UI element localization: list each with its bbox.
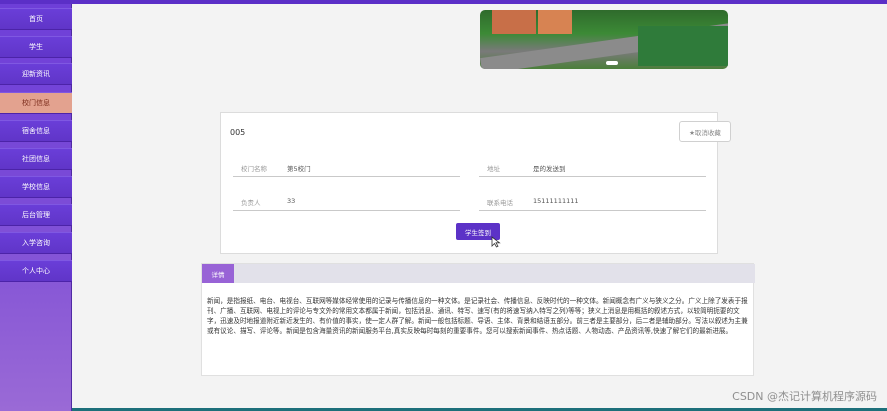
gate-code: 005 [230, 128, 246, 137]
sidebar-item-label: 入学咨询 [22, 239, 50, 247]
person-in-charge-value: 33 [287, 197, 296, 205]
address-field: 地址 是的发送到 [479, 155, 706, 177]
mouse-cursor-icon [491, 236, 501, 248]
carousel-field [638, 26, 728, 66]
sidebar-item-label: 首页 [29, 15, 43, 23]
address-value: 是的发送到 [533, 165, 566, 173]
sidebar-item-enroll-consult[interactable]: 入学咨询 [0, 232, 72, 254]
phone-field: 联系电话 15111111111 [479, 189, 706, 211]
watermark: CSDN @杰记计算机程序源码 [732, 390, 877, 403]
person-in-charge-label: 负责人 [241, 199, 261, 207]
details-text: 新闻，是指报纸、电台、电视台、互联网等媒体经常使用的记录与传播信息的一种文体。是… [207, 297, 748, 335]
sidebar-item-dorm-info[interactable]: 宿舍信息 [0, 120, 72, 142]
gate-name-value: 第5校门 [287, 165, 311, 173]
sidebar-item-label: 学校信息 [22, 183, 50, 191]
gate-name-label: 校门名称 [241, 165, 267, 173]
sidebar-item-club-info[interactable]: 社团信息 [0, 148, 72, 170]
phone-label: 联系电话 [487, 199, 513, 207]
sidebar-item-home[interactable]: 首页 [0, 8, 72, 30]
sidebar-item-label: 个人中心 [22, 267, 50, 275]
details-tab-bar: 详情 [202, 264, 755, 283]
sidebar-item-gate-info[interactable]: 校门信息 [0, 92, 72, 114]
sidebar: 首页 学生 迎新资讯 校门信息 宿舍信息 社团信息 学校信息 后台管理 入学咨询… [0, 4, 72, 411]
address-label: 地址 [487, 165, 500, 173]
sidebar-item-school-info[interactable]: 学校信息 [0, 176, 72, 198]
sidebar-item-welcome-news[interactable]: 迎新资讯 [0, 63, 72, 85]
carousel-building [492, 10, 536, 34]
carousel-indicator[interactable] [606, 61, 618, 65]
campus-image-carousel[interactable] [480, 10, 728, 69]
sidebar-item-label: 后台管理 [22, 211, 50, 219]
sidebar-item-students[interactable]: 学生 [0, 36, 72, 58]
details-panel: 详情 新闻，是指报纸、电台、电视台、互联网等媒体经常使用的记录与传播信息的一种文… [201, 263, 755, 376]
sidebar-item-label: 迎新资讯 [22, 70, 50, 78]
cancel-favorite-button[interactable]: ★取消收藏 [679, 121, 731, 142]
sidebar-item-admin[interactable]: 后台管理 [0, 204, 72, 226]
tab-details[interactable]: 详情 [202, 264, 234, 283]
person-in-charge-field: 负责人 33 [233, 189, 460, 211]
sidebar-item-label: 学生 [29, 43, 43, 51]
sidebar-item-profile[interactable]: 个人中心 [0, 260, 72, 282]
gate-detail-card: 005 ★取消收藏 校门名称 第5校门 地址 是的发送到 负责人 33 联系电话… [220, 112, 731, 254]
phone-value: 15111111111 [533, 197, 579, 205]
gate-name-field: 校门名称 第5校门 [233, 155, 460, 177]
sidebar-item-label: 宿舍信息 [22, 127, 50, 135]
sidebar-item-label: 校门信息 [22, 99, 50, 107]
carousel-building [538, 10, 572, 34]
sidebar-item-label: 社团信息 [22, 155, 50, 163]
